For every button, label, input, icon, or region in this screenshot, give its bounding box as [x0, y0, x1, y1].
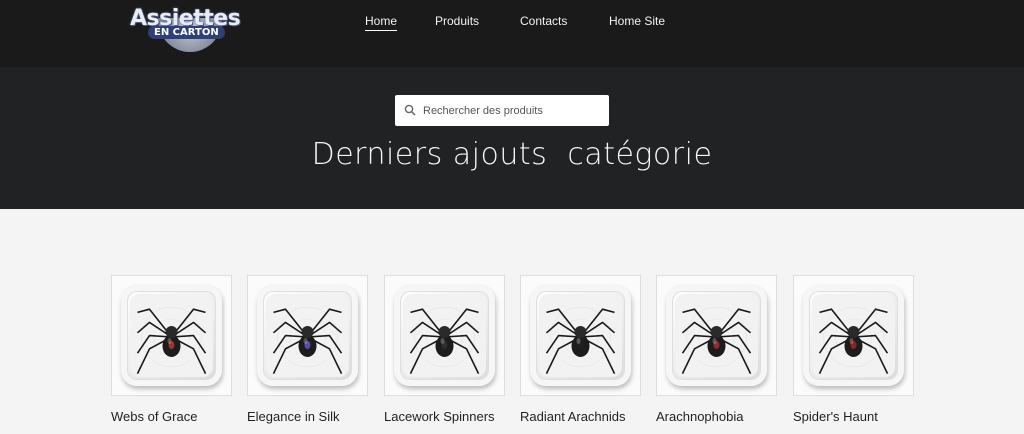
nav-home-site[interactable]: Home Site [609, 14, 665, 30]
nav-contacts[interactable]: Contacts [520, 14, 567, 30]
hero-section: Derniers ajouts catégorie [0, 67, 1024, 209]
product-name[interactable]: Webs of Grace [111, 409, 232, 424]
product-image[interactable] [793, 275, 914, 396]
product-name[interactable]: Arachnophobia [656, 409, 777, 424]
product-image[interactable] [520, 275, 641, 396]
product-name[interactable]: Lacework Spinners [384, 409, 505, 424]
product-card[interactable]: Arachnophobia [656, 275, 777, 424]
spider-plate-icon [409, 306, 480, 374]
product-image[interactable] [656, 275, 777, 396]
spider-plate-icon [818, 306, 889, 374]
search-box[interactable] [395, 95, 609, 126]
nav-produits[interactable]: Produits [435, 14, 479, 30]
product-name[interactable]: Spider's Haunt [793, 409, 914, 424]
nav-home[interactable]: Home [365, 14, 398, 31]
product-card[interactable]: Radiant Arachnids [520, 275, 641, 424]
spider-plate-icon [545, 306, 616, 374]
product-grid: Webs of Grace Elegance in Silk Lacework … [0, 209, 1024, 434]
page-title: Derniers ajouts catégorie [311, 137, 713, 172]
search-icon [404, 104, 416, 116]
product-card[interactable]: Lacework Spinners [384, 275, 505, 424]
product-image[interactable] [111, 275, 232, 396]
spider-plate-icon [681, 306, 752, 374]
spider-plate-icon [136, 306, 207, 374]
product-name[interactable]: Radiant Arachnids [520, 409, 641, 424]
product-card[interactable]: Spider's Haunt [793, 275, 914, 424]
search-input[interactable] [423, 95, 603, 126]
logo-subtext: EN CARTON [148, 26, 225, 39]
product-image[interactable] [384, 275, 505, 396]
spider-plate-icon [272, 306, 343, 374]
product-name[interactable]: Elegance in Silk [247, 409, 368, 424]
product-card[interactable]: Elegance in Silk [247, 275, 368, 424]
product-image[interactable] [247, 275, 368, 396]
site-logo[interactable]: Assiettes EN CARTON [128, 0, 241, 52]
site-header: Assiettes EN CARTON Home Produits Contac… [0, 0, 1024, 67]
product-card[interactable]: Webs of Grace [111, 275, 232, 424]
